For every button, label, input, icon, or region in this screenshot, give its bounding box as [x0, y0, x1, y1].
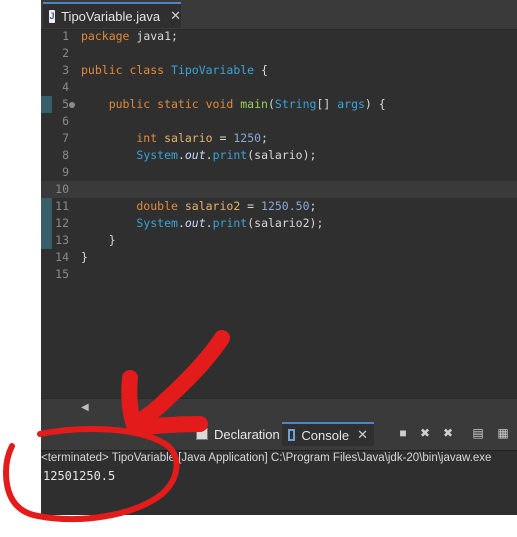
code-text: int salario = 1250; — [81, 131, 268, 145]
line-number: 7 — [62, 131, 69, 145]
code-line[interactable]: 3 public class TipoVariable { — [41, 62, 517, 79]
line-number: 15 — [55, 267, 69, 281]
line-number: 14 — [55, 250, 69, 264]
code-line[interactable]: 15 — [41, 266, 517, 283]
line-number: 13 — [55, 233, 69, 247]
line-number: 3 — [62, 63, 69, 77]
declaration-icon — [196, 428, 208, 440]
bottom-panel: Declaration Console ✕ ■ ✖ ✖ ▤ ▦ <termina… — [41, 414, 517, 515]
line-number: 5 — [62, 97, 69, 111]
editor-panel: J TipoVariable.java ✕ 1 package java1; 2 3 p… — [41, 0, 517, 414]
code-text: package java1; — [81, 29, 178, 43]
tab-console[interactable]: Console ✕ — [282, 422, 374, 446]
remove-launch-icon[interactable]: ✖ — [418, 426, 432, 440]
stop-icon[interactable]: ■ — [396, 426, 410, 440]
tab-declaration[interactable]: Declaration — [196, 422, 280, 446]
close-icon[interactable]: ✕ — [170, 8, 181, 24]
line-number: 9 — [62, 165, 69, 179]
code-line[interactable]: 2 — [41, 45, 517, 62]
horizontal-scrollbar[interactable]: ◀ — [41, 398, 517, 415]
code-line[interactable]: 5 public static void main(String[] args)… — [41, 96, 517, 113]
line-number: 2 — [62, 46, 69, 60]
java-file-icon: J — [49, 9, 56, 23]
fold-icon[interactable] — [69, 102, 75, 108]
code-line[interactable]: 8 System.out.print(salario); — [41, 147, 517, 164]
console-output[interactable]: 12501250.5 — [41, 467, 517, 485]
tab-label: TipoVariable.java — [61, 8, 161, 24]
line-number: 12 — [55, 216, 69, 230]
line-number: 10 — [55, 182, 69, 196]
code-line[interactable]: 12 System.out.print(salario2); — [41, 215, 517, 232]
line-number: 6 — [62, 114, 69, 128]
code-line[interactable]: 6 — [41, 113, 517, 130]
scroll-left-icon[interactable]: ◀ — [81, 402, 89, 413]
code-text: public static void main(String[] args) { — [81, 97, 386, 111]
code-line[interactable]: 14} — [41, 249, 517, 266]
tab-declaration-label: Declaration — [214, 426, 280, 442]
code-text: } — [81, 250, 88, 264]
code-text: public class TipoVariable { — [81, 63, 268, 77]
scroll-lock-icon[interactable]: ▦ — [496, 426, 510, 440]
code-text: System.out.print(salario); — [136, 148, 317, 162]
code-line[interactable]: 4 — [41, 79, 517, 96]
code-line[interactable]: 11 double salario2 = 1250.50; — [41, 198, 517, 215]
close-icon[interactable]: ✕ — [357, 427, 368, 443]
code-text: double salario2 = 1250.50; — [81, 199, 317, 213]
code-line[interactable]: 7 int salario = 1250; — [41, 130, 517, 147]
console-status: <terminated> TipoVariable [Java Applicat… — [41, 452, 492, 464]
code-line[interactable]: 10 — [41, 181, 517, 198]
console-icon — [288, 429, 296, 441]
editor-tabbar: J TipoVariable.java ✕ — [41, 0, 517, 30]
code-line[interactable]: 9 — [41, 164, 517, 181]
code-line[interactable]: 13 } — [41, 232, 517, 249]
remove-all-icon[interactable]: ✖ — [441, 426, 455, 440]
line-number: 11 — [55, 199, 69, 213]
code-line[interactable]: 1 package java1; — [41, 28, 517, 45]
tab-console-label: Console — [301, 427, 350, 443]
code-text: System.out.print(salario2); — [136, 216, 324, 230]
clear-console-icon[interactable]: ▤ — [471, 426, 485, 440]
line-number: 4 — [62, 80, 69, 94]
tab-tipovariable-java[interactable]: J TipoVariable.java ✕ — [43, 2, 181, 28]
bottom-tabbar: Declaration Console ✕ ■ ✖ ✖ ▤ ▦ — [41, 414, 517, 451]
line-number: 1 — [62, 29, 69, 43]
line-number: 8 — [62, 148, 69, 162]
code-text: } — [81, 233, 116, 247]
